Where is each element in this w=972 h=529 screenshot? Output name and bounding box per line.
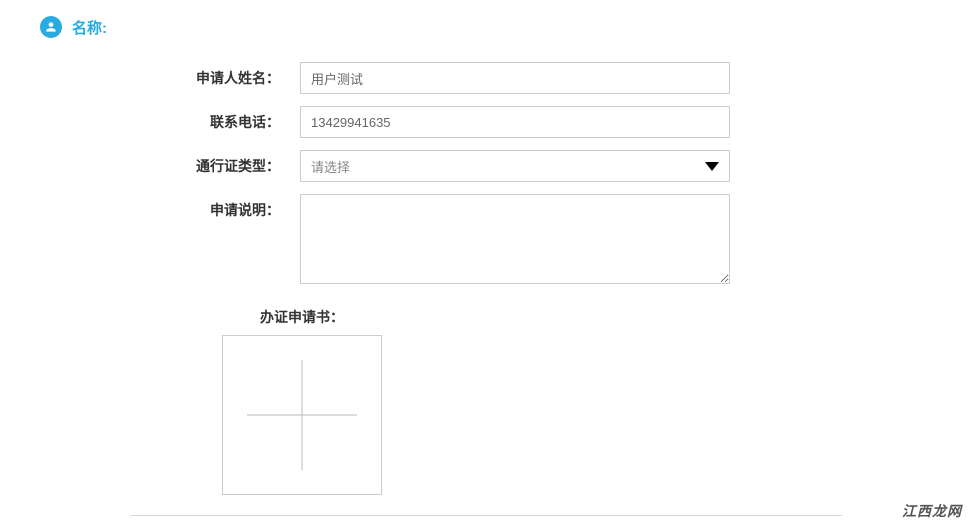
pass-type-label: 通行证类型：	[0, 150, 300, 176]
description-textarea[interactable]	[300, 194, 730, 284]
phone-input[interactable]	[300, 106, 730, 138]
upload-label: 办证申请书：	[222, 307, 382, 327]
chevron-down-icon	[705, 162, 719, 171]
pass-type-select[interactable]: 请选择	[300, 150, 730, 182]
applicant-name-label: 申请人姓名：	[0, 62, 300, 88]
watermark: 江西龙网	[902, 501, 962, 521]
upload-box[interactable]	[222, 335, 382, 495]
form-row-pass-type: 通行证类型： 请选择	[0, 150, 972, 182]
form-row-description: 申请说明：	[0, 194, 972, 287]
description-label: 申请说明：	[0, 194, 300, 220]
section-title: 名称:	[72, 17, 107, 38]
divider	[130, 515, 842, 516]
plus-icon	[247, 360, 357, 470]
applicant-name-input[interactable]	[300, 62, 730, 94]
phone-label: 联系电话：	[0, 106, 300, 132]
user-icon	[40, 16, 62, 38]
form-row-applicant-name: 申请人姓名：	[0, 62, 972, 94]
pass-type-placeholder: 请选择	[311, 157, 350, 176]
form-row-phone: 联系电话：	[0, 106, 972, 138]
form-container: 申请人姓名： 联系电话： 通行证类型： 请选择 申请说明： 办证申请书：	[0, 38, 972, 516]
upload-section: 办证申请书：	[0, 307, 972, 495]
section-header: 名称:	[0, 0, 972, 38]
